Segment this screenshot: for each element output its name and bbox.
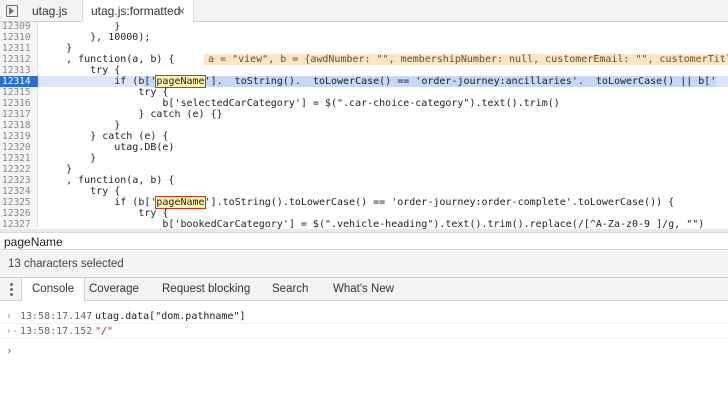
line-number[interactable]: 12321 [0,153,38,164]
code-text: } [42,153,97,164]
line-number[interactable]: 12320 [0,142,38,153]
code-line[interactable]: 12317 } catch (e) {} [0,109,728,120]
tab-utag-js-formatted[interactable]: utag.js:formatted × [82,0,194,23]
code-line[interactable]: 12311 } [0,43,728,54]
code-text: } catch (e) { [42,131,169,142]
tab-coverage[interactable]: Coverage [89,278,139,301]
code-text: } catch (e) {} [42,109,223,120]
code-line[interactable]: 12310 }, 10000); [0,32,728,43]
code-text: try { [42,186,121,197]
code-text: utag.DB(e) [42,142,175,153]
code-text: b['bookedCarCategory'] = $(".vehicle-hea… [42,219,705,229]
code-line[interactable]: 12320 utag.DB(e) [0,142,728,153]
code-suffix: ']. toString(). toLowerCase() == 'order-… [204,76,717,87]
code-text: } [42,120,121,131]
line-number[interactable]: 12326 [0,208,38,219]
search-match: pageName [155,75,206,88]
line-number[interactable]: 12310 [0,32,38,43]
code-line[interactable]: 12312 , function(a, b) { a = "view", b = … [0,54,728,65]
code-line[interactable]: 12318 } [0,120,728,131]
close-tab-icon[interactable]: × [178,0,185,22]
code-line[interactable]: 12316 b['selectedCarCategory'] = $(".car… [0,98,728,109]
code-line[interactable]: 12309 } [0,22,728,32]
console-prompt-icon[interactable]: › [6,344,13,357]
inline-variable-values: a = "view", b = {awdNumber: "", membersh… [204,54,728,65]
code-text: }, 10000); [42,32,151,43]
code-line[interactable]: 12325 if (b['pageName'].toString().toLow… [0,196,728,209]
drawer-tab-bar: Console Coverage Request blocking Search… [0,278,728,302]
line-number[interactable]: 12313 [0,65,38,76]
line-number[interactable]: 12322 [0,164,38,175]
tab-utag-js[interactable]: utag.js [32,0,67,22]
timestamp: 13:58:17.152 [20,326,93,337]
code-line[interactable]: 12315 try { [0,87,728,98]
result-arrow-icon: ‹· [6,326,19,337]
code-text: if (b['pageName'].toString().toLowerCase… [42,196,675,209]
code-text: } [42,164,73,175]
code-text: if (b['pageName']. toString(). toLowerCa… [42,75,717,88]
selection-status: 13 characters selected [8,258,124,270]
code-editor[interactable]: 12309 } 12310 }, 10000); 12311 } 12312 , fu… [0,22,728,229]
console-input-line: › 13:58:17.147 utag.data["dom.pathname"] [0,310,728,324]
code-line[interactable]: 12326 try { [0,208,728,219]
tab-label: utag.js:formatted [91,4,181,18]
line-number[interactable]: 12327 [0,219,38,229]
code-prefix: if (b [42,76,145,87]
code-line[interactable]: 12323 , function(a, b) { [0,175,728,186]
code-text: try { [42,208,169,219]
status-bar: 13 characters selected [0,250,728,278]
code-text: , function(a, b) { [42,54,175,65]
code-line[interactable]: 12313 try { [0,65,728,76]
code-text: , function(a, b) { [42,175,175,186]
code-text: } [42,22,121,32]
console-result-line: ‹· 13:58:17.152 "/" [0,325,728,339]
code-line[interactable]: 12324 try { [0,186,728,197]
timestamp: 13:58:17.147 [20,311,93,322]
code-line[interactable]: 12319 } catch (e) { [0,131,728,142]
editor-tab-bar: utag.js utag.js:formatted × [0,0,728,23]
line-number[interactable]: 12318 [0,120,38,131]
code-text: b['selectedCarCategory'] = $(".car-choic… [42,98,560,109]
line-number[interactable]: 12325 [0,197,38,208]
search-bar[interactable]: pageName [0,232,728,250]
line-number[interactable]: 12315 [0,87,38,98]
code-text: } [42,43,73,54]
selection-highlight: [' [144,76,157,87]
line-number[interactable]: 12314 [0,76,38,87]
console-expression: utag.data["dom.pathname"] [95,311,246,322]
line-number[interactable]: 12319 [0,131,38,142]
line-number[interactable]: 12324 [0,186,38,197]
code-suffix: '].toString().toLowerCase() == 'order-jo… [204,197,675,208]
code-line[interactable]: 12327 b['bookedCarCategory'] = $(".vehic… [0,219,728,229]
toggle-navigator-icon[interactable] [6,5,18,17]
line-number[interactable]: 12317 [0,109,38,120]
more-options-icon[interactable] [10,283,13,296]
code-line[interactable]: 12321 } [0,153,728,164]
line-number[interactable]: 12316 [0,98,38,109]
line-number[interactable]: 12311 [0,43,38,54]
input-arrow-icon: › [6,311,13,322]
code-prefix: if (b[' [42,197,157,208]
tab-search[interactable]: Search [272,278,308,301]
tab-console[interactable]: Console [21,278,86,302]
line-number[interactable]: 12323 [0,175,38,186]
code-line[interactable]: 12322 } [0,164,728,175]
line-number[interactable]: 12309 [0,22,38,32]
code-line[interactable]: 12314 if (b['pageName']. toString(). toL… [0,75,728,88]
tab-whats-new[interactable]: What's New [333,278,394,301]
console-result: "/" [95,326,114,337]
line-number[interactable]: 12312 [0,54,38,65]
search-query[interactable]: pageName [4,235,63,249]
console-panel[interactable]: › 13:58:17.147 utag.data["dom.pathname"]… [0,301,728,405]
code-text: try { [42,87,169,98]
search-match: pageName [155,196,206,209]
tab-request-blocking[interactable]: Request blocking [162,278,250,301]
code-text: try { [42,65,121,76]
